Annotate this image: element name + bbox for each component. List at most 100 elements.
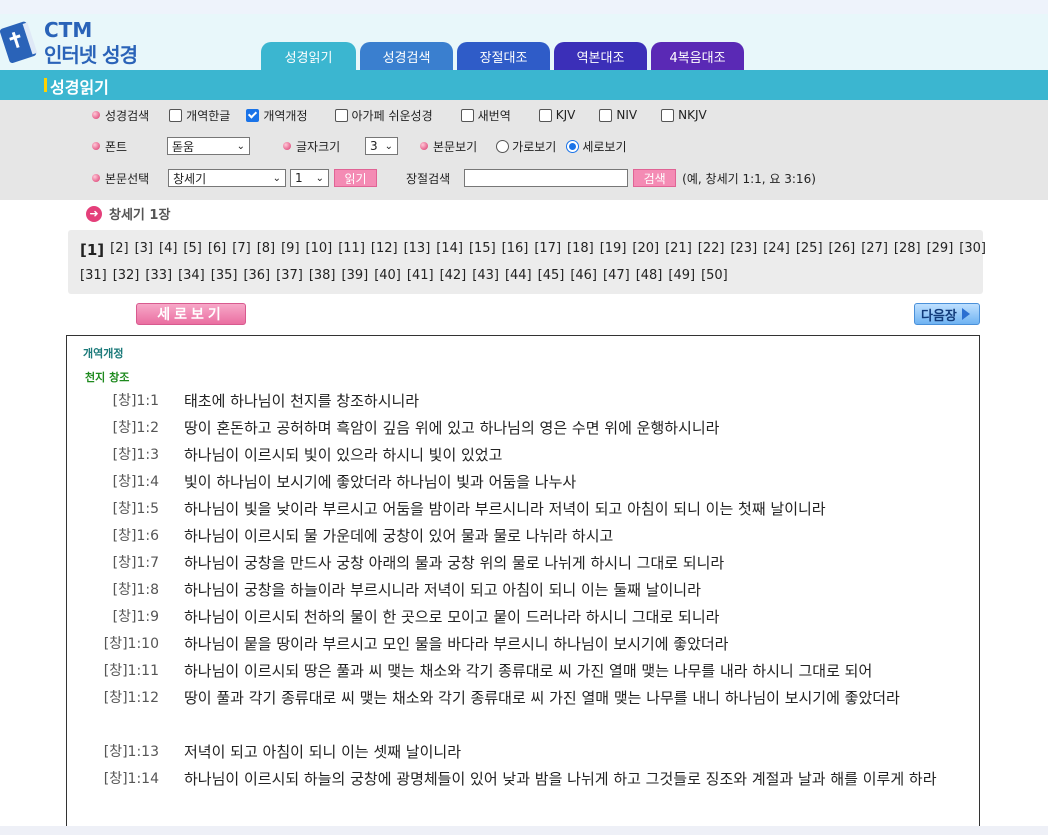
version-checkbox[interactable]: NKJV <box>661 108 707 122</box>
chapter-link[interactable]: [48] <box>636 268 663 283</box>
chapter-link[interactable]: [20] <box>632 241 659 259</box>
chapter-link[interactable]: [32] <box>113 268 140 283</box>
chapter-link[interactable]: [26] <box>829 241 856 259</box>
version-checkbox[interactable]: 아가페 쉬운성경 <box>334 107 433 124</box>
version-checkbox[interactable]: NIV <box>599 108 637 122</box>
font-select[interactable]: 돋움 ⌄ <box>167 137 250 155</box>
chapter-link[interactable]: [8] <box>257 241 275 259</box>
chapter-link[interactable]: [39] <box>342 268 369 283</box>
verse-ref: [창]1:1 <box>112 393 159 409</box>
search-button[interactable]: 검색 <box>633 169 677 187</box>
chapter-link[interactable]: [17] <box>534 241 561 259</box>
chapter-link[interactable]: [13] <box>404 241 431 259</box>
checkbox-checked[interactable] <box>246 108 260 122</box>
chapter-link[interactable]: [27] <box>861 241 888 259</box>
chapter-link[interactable]: [37] <box>276 268 303 283</box>
chapter-link[interactable]: [42] <box>440 268 467 283</box>
verse-text: 하나님이 뭍을 땅이라 부르시고 모인 물을 바다라 부르시니 하나님이 보시기… <box>184 635 729 653</box>
font-size-select[interactable]: 3 ⌄ <box>365 137 398 155</box>
chapter-link[interactable]: [40] <box>374 268 401 283</box>
chapter-link[interactable]: [18] <box>567 241 594 259</box>
tab-gospel-compare[interactable]: 4복음대조 <box>651 42 744 70</box>
section-title-bar: 성경읽기 <box>0 70 1048 100</box>
chapter-link[interactable]: [2] <box>110 241 128 259</box>
chapter-link[interactable]: [33] <box>145 268 172 283</box>
chapter-link[interactable]: [5] <box>183 241 201 259</box>
section-marker <box>44 78 47 92</box>
chapter-link[interactable]: [49] <box>668 268 695 283</box>
chapter-link[interactable]: [21] <box>665 241 692 259</box>
chapter-link[interactable]: [34] <box>178 268 205 283</box>
verse-ref: [창]1:5 <box>112 501 159 517</box>
verse-search-label: 장절검색 <box>406 171 451 186</box>
version-checkbox[interactable]: 개역한글 <box>169 107 230 124</box>
chapter-link[interactable]: [31] <box>80 268 107 283</box>
checkbox[interactable] <box>538 108 552 122</box>
tab-bible-search[interactable]: 성경검색 <box>360 42 453 70</box>
chapter-link[interactable]: [3] <box>135 241 153 259</box>
version-checkbox[interactable]: KJV <box>538 108 575 122</box>
chapter-link[interactable]: [23] <box>730 241 757 259</box>
chapter-link[interactable]: [15] <box>469 241 496 259</box>
chapter-link[interactable]: [1] <box>80 241 104 259</box>
chapter-select[interactable]: 1 ⌄ <box>290 169 329 187</box>
chapter-link[interactable]: [10] <box>306 241 333 259</box>
bottom-strip <box>0 826 1048 835</box>
checkbox[interactable] <box>334 108 348 122</box>
chapter-link[interactable]: [36] <box>243 268 270 283</box>
bullet-icon <box>92 142 100 150</box>
view-horizontal-radio[interactable]: 가로보기 <box>496 138 556 155</box>
chapter-link[interactable]: [45] <box>538 268 565 283</box>
chapter-link[interactable]: [30] <box>959 241 986 259</box>
versions-row: 성경검색 개역한글 개역개정 아가페 쉬운성경 새번역 KJV NIV NKJV <box>92 103 707 127</box>
chapter-link[interactable]: [4] <box>159 241 177 259</box>
search-example: (예, 창세기 1:1, 요 3:16) <box>682 171 816 186</box>
checkbox[interactable] <box>169 108 183 122</box>
chapter-link[interactable]: [11] <box>338 241 365 259</box>
chapter-link[interactable]: [46] <box>570 268 597 283</box>
vertical-view-button[interactable]: 세로보기 <box>136 303 246 325</box>
chapter-link[interactable]: [16] <box>502 241 529 259</box>
section-title: 성경읽기 <box>50 78 109 97</box>
verse-ref: [창]1:7 <box>112 555 159 571</box>
chapter-link[interactable]: [19] <box>600 241 627 259</box>
view-vertical-radio[interactable]: 세로보기 <box>566 138 627 155</box>
chapter-link[interactable]: [47] <box>603 268 630 283</box>
version-checkbox[interactable]: 새번역 <box>460 107 511 124</box>
radio[interactable] <box>496 139 510 153</box>
chapter-link[interactable]: [35] <box>211 268 238 283</box>
chapter-link[interactable]: [41] <box>407 268 434 283</box>
chapter-link[interactable]: [38] <box>309 268 336 283</box>
checkbox[interactable] <box>661 108 675 122</box>
chapter-list: [1] [2] [3] [4] [5] [6] [7] [8] [9] [10] [11] [12][… <box>68 230 986 294</box>
book-select[interactable]: 창세기 ⌄ <box>168 169 286 187</box>
checkbox[interactable] <box>599 108 613 122</box>
chapter-link[interactable]: [43] <box>472 268 499 283</box>
verse-search-input[interactable] <box>464 169 629 187</box>
chapter-link[interactable]: [44] <box>505 268 532 283</box>
chapter-link[interactable]: [24] <box>763 241 790 259</box>
chapter-link[interactable]: [50] <box>701 268 728 283</box>
chapter-link[interactable]: [6] <box>208 241 226 259</box>
tab-version-compare[interactable]: 역본대조 <box>554 42 647 70</box>
read-button[interactable]: 읽기 <box>334 169 377 187</box>
chapter-link[interactable]: [25] <box>796 241 823 259</box>
chapter-link[interactable]: [7] <box>232 241 250 259</box>
chapter-link[interactable]: [28] <box>894 241 921 259</box>
version-checkbox[interactable]: 개역개정 <box>246 107 308 124</box>
chapter-link[interactable]: [29] <box>927 241 954 259</box>
chapter-link[interactable]: [22] <box>698 241 725 259</box>
chapter-link[interactable]: [12] <box>371 241 398 259</box>
checkbox[interactable] <box>460 108 474 122</box>
radio-selected[interactable] <box>566 139 580 153</box>
chapter-link[interactable]: [9] <box>281 241 299 259</box>
verse-ref: [창]1:10 <box>103 636 159 652</box>
chevron-down-icon: ⌄ <box>315 172 324 184</box>
site-logo[interactable]: CTM 인터넷 성경 <box>0 16 150 68</box>
options-panel: 성경검색 개역한글 개역개정 아가페 쉬운성경 새번역 KJV NIV NKJV… <box>0 100 1048 200</box>
verse-text: 하나님이 이르시되 빛이 있으라 하시니 빛이 있었고 <box>184 446 503 464</box>
tab-bible-reading[interactable]: 성경읽기 <box>261 42 356 70</box>
tab-verse-compare[interactable]: 장절대조 <box>457 42 550 70</box>
chapter-link[interactable]: [14] <box>436 241 463 259</box>
next-chapter-button[interactable]: 다음장 <box>914 303 980 325</box>
